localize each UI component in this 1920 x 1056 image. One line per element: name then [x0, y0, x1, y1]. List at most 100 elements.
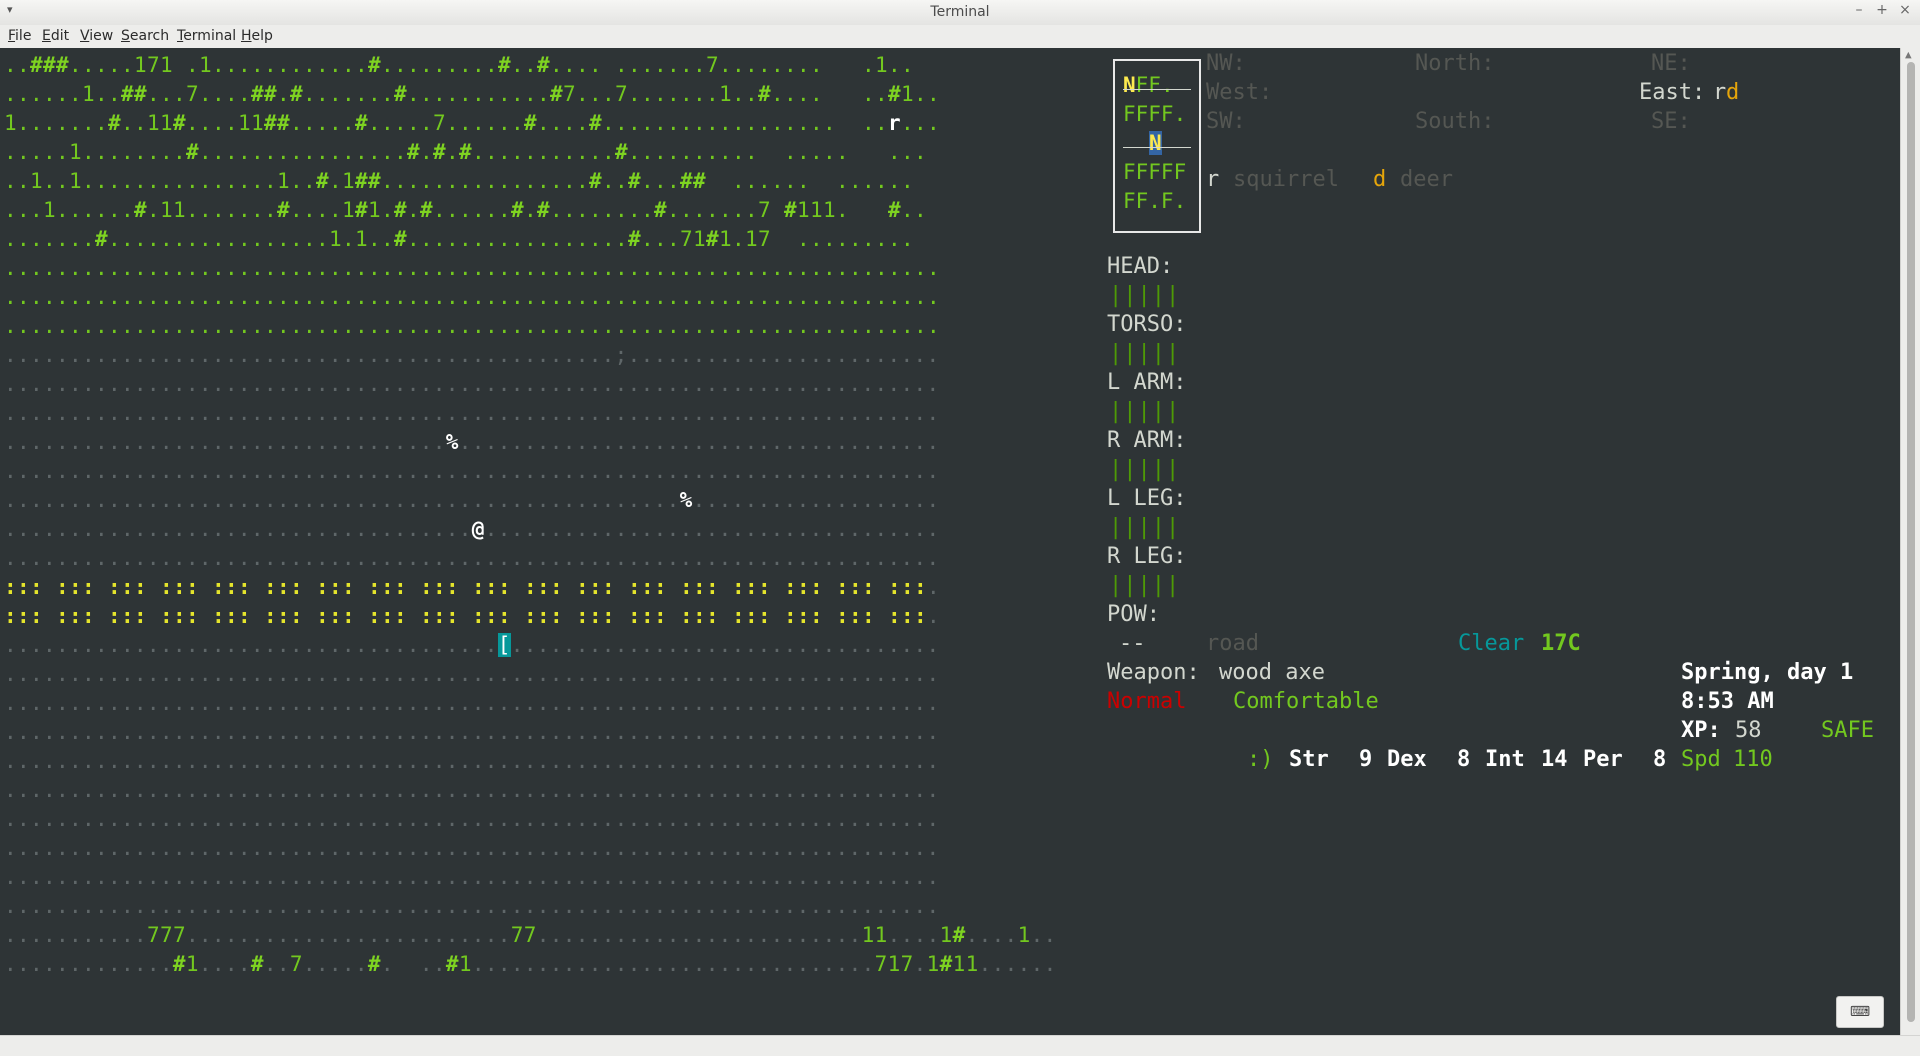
stat-dex-value: 8: [1457, 747, 1471, 772]
map-row: ....................................@...…: [4, 517, 940, 541]
compass-se: SE:: [1651, 109, 1691, 134]
sidebar-panel: NFF. FFFF. N FFFFF FF.F. NW: North: NE: …: [1107, 51, 1887, 811]
map-row: ........................................…: [4, 546, 940, 570]
terminal-area[interactable]: ..###.....171 .1............#.........#.…: [0, 48, 1900, 1035]
window-titlebar: ▾ Terminal – + ×: [0, 0, 1920, 26]
menu-search[interactable]: Search: [121, 28, 169, 44]
menu-file[interactable]: File: [8, 28, 31, 44]
window-bottom-bar: [0, 1035, 1920, 1056]
map-row: ........................................…: [4, 836, 940, 860]
scrollbar[interactable]: ▲: [1900, 48, 1920, 1035]
minimap-row: N: [1149, 131, 1162, 155]
weather-condition: Clear: [1458, 631, 1525, 656]
maximize-button[interactable]: +: [1872, 2, 1892, 18]
legend-deer: deer: [1400, 167, 1453, 192]
compass-east-squirrel: r: [1713, 80, 1727, 105]
scroll-up-arrow-icon[interactable]: ▲: [1905, 48, 1912, 61]
minimap-player-marker: N: [1149, 131, 1162, 155]
time-of-day: 8:53 AM: [1681, 689, 1774, 714]
weapon-value: wood axe: [1219, 660, 1325, 685]
map-row: 1.......#..11#....11##.....#.....7......…: [4, 111, 940, 135]
map-row: .............#1....#..7.....#. ..#1.....…: [4, 952, 1057, 976]
map-row: ...1......#.11.......#....1#1.#.#......#…: [4, 198, 927, 222]
map-row: ........................................…: [4, 894, 940, 918]
stat-per-value: 8: [1653, 747, 1667, 772]
stat-str-label: Str: [1289, 747, 1329, 772]
menubar: File Edit View Search Terminal Help: [0, 25, 1920, 49]
map-row: ..1..1...............1..#.1##...........…: [4, 169, 914, 193]
bodypart-lleg-bar: |||||: [1109, 515, 1181, 540]
minimap-row: NFF.: [1123, 73, 1174, 97]
compass-south: South:: [1415, 109, 1495, 134]
safety-status: SAFE: [1821, 718, 1874, 743]
window-title: Terminal: [930, 4, 990, 20]
compass-east: East:: [1639, 80, 1706, 105]
map-row: ........................................…: [4, 256, 940, 280]
stat-spd-value: 110: [1733, 747, 1773, 772]
map-row: ...........777.........................7…: [4, 923, 1057, 947]
map-row: ........................................…: [4, 459, 940, 483]
map-row: ......1..##...7....##.#.......#.........…: [4, 82, 940, 106]
xp-value: 58: [1735, 718, 1762, 743]
bodypart-rarm-label: R ARM:: [1107, 428, 1187, 453]
map-row: ........................................…: [4, 749, 940, 773]
bodypart-torso-label: TORSO:: [1107, 312, 1187, 337]
map-row: ::: ::: ::: ::: ::: ::: ::: ::: ::: ::: …: [4, 604, 940, 628]
menu-help[interactable]: Help: [241, 28, 273, 44]
map-row: ........................................…: [4, 401, 940, 425]
minimap-row: FF.F.: [1123, 189, 1187, 213]
status-comfort: Comfortable: [1233, 689, 1379, 714]
close-button[interactable]: ×: [1895, 2, 1915, 18]
bodypart-head-label: HEAD:: [1107, 254, 1174, 279]
stat-spd-label: Spd: [1681, 747, 1721, 772]
map-row: ..###.....171 .1............#.........#.…: [4, 53, 914, 77]
minimap-row: FFFF.: [1123, 102, 1187, 126]
status-state: Normal: [1107, 689, 1187, 714]
map-row: ::: ::: ::: ::: ::: ::: ::: ::: ::: ::: …: [4, 575, 940, 599]
map-row: ........................................…: [4, 662, 940, 686]
minimize-button[interactable]: –: [1849, 2, 1869, 18]
map-row: ........................................…: [4, 372, 940, 396]
map-row: ........................................…: [4, 488, 940, 512]
map-row: ........................................…: [4, 691, 940, 715]
compass-ne: NE:: [1651, 51, 1691, 76]
map-row: ........................................…: [4, 343, 940, 367]
stat-int-value: 14: [1541, 747, 1568, 772]
bodypart-larm-label: L ARM:: [1107, 370, 1187, 395]
compass-nw: NW:: [1206, 51, 1246, 76]
scrollbar-thumb[interactable]: [1907, 62, 1915, 1022]
map-row: ........................................…: [4, 778, 940, 802]
minimap-row-text: FF.: [1135, 73, 1174, 97]
menu-terminal[interactable]: Terminal: [177, 28, 236, 44]
map-row: ........................................…: [4, 720, 940, 744]
xp-label: XP:: [1681, 718, 1721, 743]
map-row: .....1........#................#.#.#....…: [4, 140, 927, 164]
bodypart-rleg-label: R LEG:: [1107, 544, 1187, 569]
bodypart-head-bar: |||||: [1109, 283, 1181, 308]
map-row: ......................................[.…: [4, 633, 940, 657]
mood-indicator: :): [1247, 747, 1274, 772]
stat-int-label: Int: [1485, 747, 1525, 772]
terrain-label: road: [1206, 631, 1259, 656]
stat-str-value: 9: [1359, 747, 1373, 772]
minimap-row: FFFFF: [1123, 160, 1187, 184]
stat-dex-label: Dex: [1387, 747, 1427, 772]
minimap-divider: [1123, 89, 1191, 90]
bodypart-rleg-bar: |||||: [1109, 573, 1181, 598]
bodypart-larm-bar: |||||: [1109, 399, 1181, 424]
weapon-label: Weapon:: [1107, 660, 1200, 685]
keyboard-icon[interactable]: ⌨: [1836, 996, 1884, 1028]
map-row: ........................................…: [4, 865, 940, 889]
map-row: .......#.................1.1..#.........…: [4, 227, 914, 251]
legend-deer-symbol: d: [1373, 167, 1387, 192]
menu-view[interactable]: View: [80, 28, 113, 44]
minimap-divider: [1123, 147, 1191, 148]
minimap: NFF. FFFF. N FFFFF FF.F.: [1113, 59, 1201, 233]
temperature: 17C: [1541, 631, 1581, 656]
bodypart-torso-bar: |||||: [1109, 341, 1181, 366]
compass-sw: SW:: [1206, 109, 1246, 134]
map-row: ........................................…: [4, 314, 940, 338]
menu-edit[interactable]: Edit: [42, 28, 69, 44]
map-row: ..................................%.....…: [4, 430, 940, 454]
bodypart-rarm-bar: |||||: [1109, 457, 1181, 482]
